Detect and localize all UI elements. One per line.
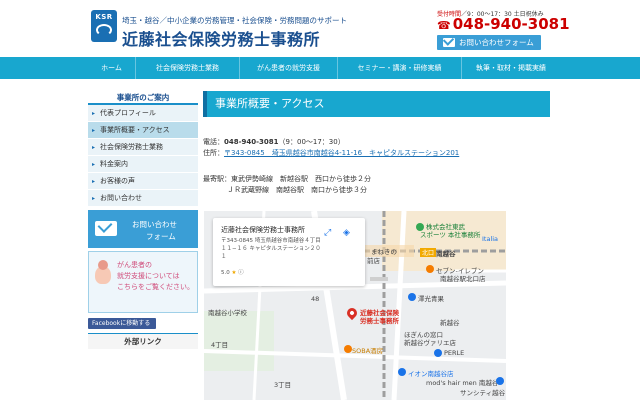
external-links-heading: 外部リンク [88,333,198,349]
station-1: 東武伊勢崎線 新越谷駅 西口から徒歩２分 [231,175,371,183]
sidebar-item-services[interactable]: 社会保険労務士業務 [88,139,198,156]
map-label-perle: PERLE [444,349,465,357]
site-tagline: 埼玉・越谷／中小企業の労務管理・社会保険・労務問題のサポート [122,16,347,25]
sidebar: 事業所のご案内 代表プロフィール 事業所概要・アクセス 社会保険労務士業務 料金… [88,91,198,349]
map-label-station: 南越谷 [436,250,456,258]
sidebar-item-access[interactable]: 事業所概要・アクセス [88,122,198,139]
nav-home[interactable]: ホーム [88,57,136,79]
map-label-pharmacy: 澤光青果 [418,295,444,303]
sidebar-contact-banner[interactable]: お問い合わせ フォーム [88,210,198,248]
phone-icon: ☎ [437,19,451,32]
convenience-store-icon[interactable] [426,265,434,273]
map-label-soba: SOBA酒房 [352,347,384,355]
station-label: 最寄駅： [203,175,231,183]
sidebar-item-contact[interactable]: お問い合わせ [88,190,198,207]
google-map[interactable]: 近藤社会保険労務士事務所 〒343-0845 埼玉県越谷市南越谷４丁目１１−１６… [204,211,506,400]
sidebar-heading: 事業所のご案内 [88,91,198,105]
nav-seminar[interactable]: セミナー・講演・研修実績 [338,57,462,79]
map-label-school: 南越谷小学校 [208,309,247,317]
shop-icon[interactable] [408,293,416,301]
station-2: ＪＲ武蔵野線 南越谷駅 南口から徒歩３分 [227,186,367,194]
global-nav: ホーム 社会保険労務士業務 がん患者の就労支援 セミナー・講演・研修実績 執筆・… [0,57,640,79]
banner-text: がん患者の 就労支援については こちらをご覧ください。 [117,261,194,291]
address-link[interactable]: 〒343-0845 埼玉県越谷市南越谷4-11-16 キャピタルステーション20… [224,149,459,157]
contact-form-label: お問い合わせフォーム [459,38,534,47]
map-label-mods: mod's hair men 南越谷 [426,379,499,387]
logo-swirl-icon [96,24,112,36]
mail-icon [443,38,455,47]
map-label-exit: 北口 [420,248,437,257]
shopping-icon[interactable] [398,368,406,376]
site-brand[interactable]: 近藤社会保険労務士事務所 [122,26,320,50]
cta-line2: フォーム [146,232,176,241]
contact-form-button[interactable]: お問い合わせフォーム [437,35,541,50]
place-rating: 5.0 ★ ⓘ [221,270,244,276]
map-label-road3: 3丁目 [274,381,292,389]
directions-icon[interactable]: ◈ [343,228,355,240]
facebook-link[interactable]: Facebookに移動する [88,318,156,329]
tel-label: 電話： [203,138,224,146]
nav-cancer-support[interactable]: がん患者の就労支援 [240,57,338,79]
main-content: 事業所概要・アクセス 電話：048-940-3081（9：00～17：30） 住… [203,91,550,196]
header-phone[interactable]: ☎ 048-940-3081 [437,15,570,33]
heart-illustration-icon [98,260,108,270]
map-label-48: 48 [311,295,320,303]
ksr-logo[interactable]: KSR [91,10,117,42]
tel-hours: （9：00～17：30） [278,138,345,146]
star-icon: ★ [231,270,237,276]
store-icon[interactable] [416,223,424,231]
map-label-store2: スポーツ 本社事務所 [420,231,481,239]
place-address: 〒343-0845 埼玉県越谷市南越谷４丁目１１−１６ キャピタルステーション２… [221,238,321,260]
map-label-road4: 4丁目 [211,341,229,349]
site-header: KSR 埼玉・越谷／中小企業の労務管理・社会保険・労務問題のサポート 近藤社会保… [0,0,640,56]
phone-number: 048-940-3081 [452,15,570,33]
map-label-shinkoshigaya: 新越谷 [440,319,460,327]
page-title: 事業所概要・アクセス [203,91,550,117]
shop-icon[interactable] [434,349,442,357]
place-name: 近藤社会保険労務士事務所 [221,226,305,234]
open-external-icon[interactable]: ⤢ [324,228,336,240]
nav-publications[interactable]: 執筆・取材・掲載実績 [462,57,560,79]
mail-icon [95,221,117,236]
restaurant-icon[interactable] [344,345,352,353]
map-label-italia: Italia [482,235,499,243]
map-label-hotori2: 新越谷ヴァリエ店 [404,339,456,347]
sidebar-item-testimonials[interactable]: お客様の声 [88,173,198,190]
map-label-ekimae: 前店 [367,257,380,265]
cta-line1: お問い合わせ [132,220,177,229]
tel-number[interactable]: 048-940-3081 [224,138,279,146]
address-label: 住所： [203,149,224,157]
access-info: 最寄駅：東武伊勢崎線 新越谷駅 西口から徒歩２分 ＪＲ武蔵野線 南越谷駅 南口か… [203,174,550,196]
map-label-seven2: 南越谷駅北口店 [440,275,486,283]
pin-label: 近藤社会保険 労務士事務所 [360,309,399,325]
sidebar-item-profile[interactable]: 代表プロフィール [88,105,198,122]
cancer-support-banner[interactable]: がん患者の 就労支援については こちらをご覧ください。 [88,251,198,313]
shopping-icon[interactable] [496,377,504,385]
nav-sharoushi[interactable]: 社会保険労務士業務 [136,57,240,79]
office-info: 電話：048-940-3081（9：00～17：30） 住所：〒343-0845… [203,137,550,159]
sidebar-item-pricing[interactable]: 料金案内 [88,156,198,173]
map-label-sunshine: サンシティ越谷 [460,389,506,397]
logo-text: KSR [95,13,113,21]
map-place-card[interactable]: 近藤社会保険労務士事務所 〒343-0845 埼玉県越谷市南越谷４丁目１１−１６… [213,218,365,286]
